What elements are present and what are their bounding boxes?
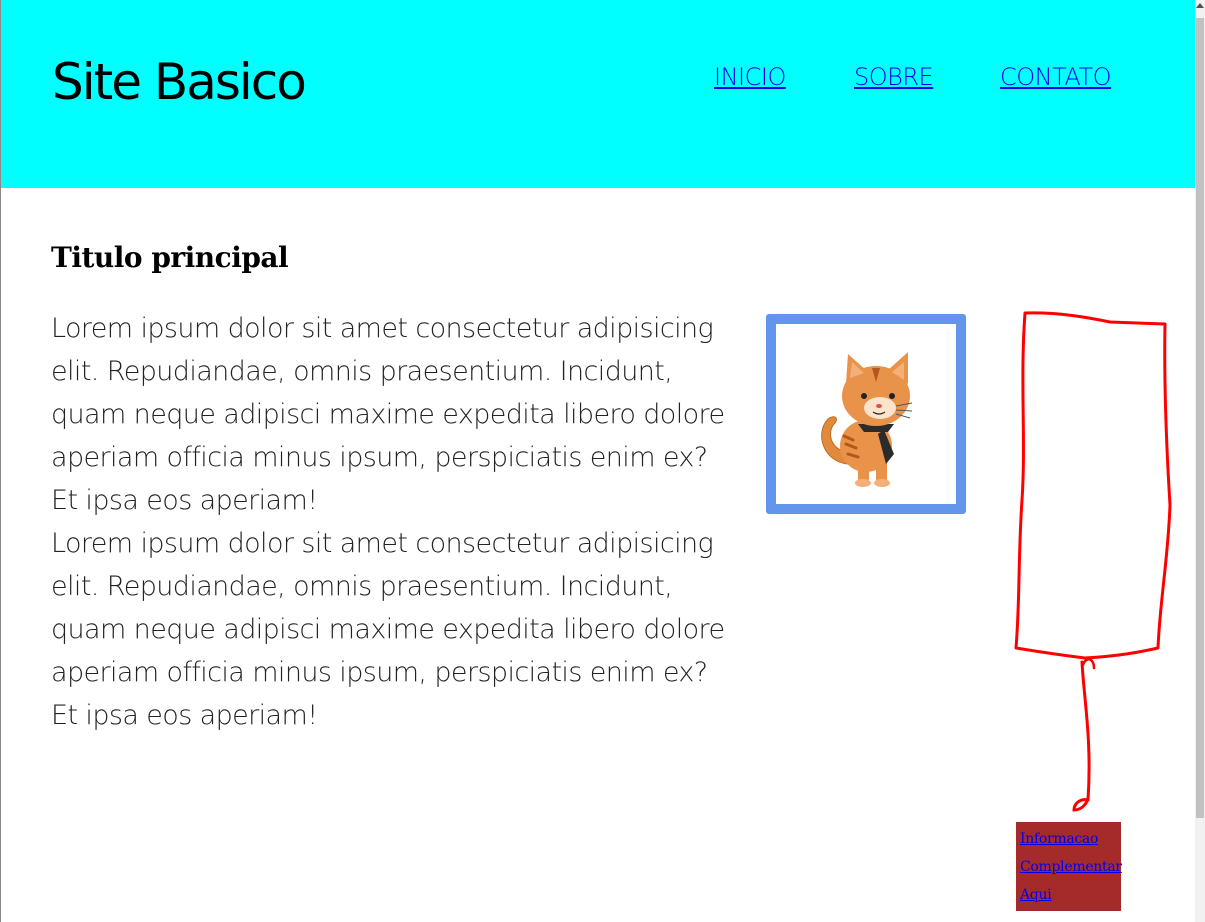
vertical-scrollbar[interactable] (1195, 0, 1205, 922)
main-text: Lorem ipsum dolor sit amet consectetur a… (51, 307, 741, 737)
nav-link-inicio[interactable]: INICIO (714, 60, 786, 94)
info-link-complementar[interactable]: Complementar (1020, 853, 1122, 881)
scrollbar-thumb[interactable] (1196, 18, 1204, 818)
site-header: Site Basico INICIO SOBRE CONTATO (1, 0, 1195, 188)
info-link-aqui[interactable]: Aqui (1020, 881, 1117, 909)
cat-icon (821, 352, 913, 487)
info-link-informacao[interactable]: Informacao (1020, 825, 1117, 853)
cat-image (766, 314, 966, 514)
paragraph: Lorem ipsum dolor sit amet consectetur a… (51, 313, 725, 516)
site-title: Site Basico (52, 53, 307, 111)
nav-link-contato[interactable]: CONTATO (1000, 60, 1112, 94)
info-box: Informacao Complementar Aqui (1016, 822, 1122, 911)
main-title: Titulo principal (51, 241, 289, 274)
scroll-up-arrow-icon[interactable] (1196, 3, 1204, 8)
nav-link-sobre[interactable]: SOBRE (854, 60, 934, 94)
paragraph: Lorem ipsum dolor sit amet consectetur a… (51, 528, 725, 731)
